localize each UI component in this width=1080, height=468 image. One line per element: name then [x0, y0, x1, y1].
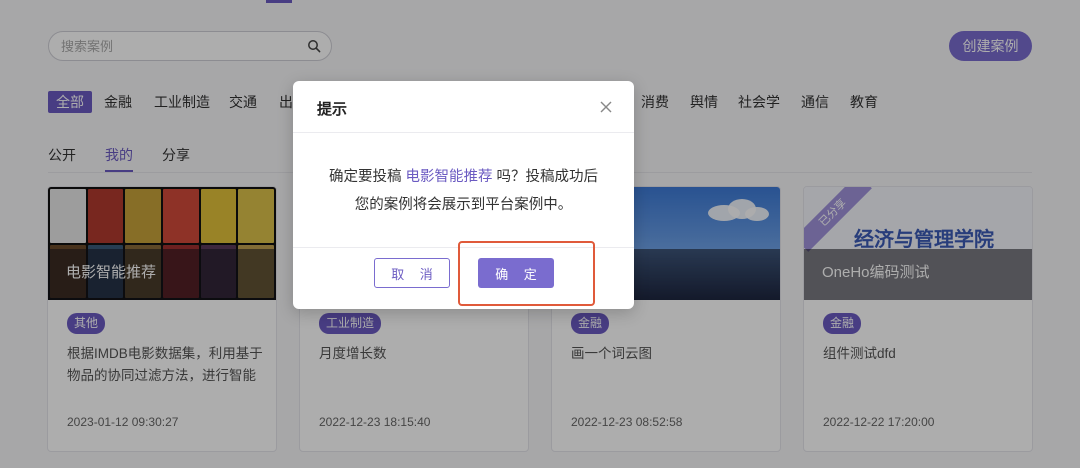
case-name-highlight: 电影智能推荐 — [405, 169, 493, 185]
message-prefix: 确定要投稿 — [328, 169, 402, 185]
close-icon[interactable] — [599, 100, 613, 114]
cancel-button[interactable]: 取 消 — [374, 258, 450, 288]
message-suffix: 吗？投稿成功后 — [496, 169, 599, 185]
confirm-highlight-annotation — [458, 241, 595, 306]
dialog-message: 确定要投稿 电影智能推荐 吗？投稿成功后 您的案例将会展示到平台案例中。 — [293, 163, 634, 219]
message-line-2: 您的案例将会展示到平台案例中。 — [354, 197, 573, 213]
dialog-header: 提示 — [293, 81, 634, 133]
dialog-title: 提示 — [317, 101, 348, 118]
